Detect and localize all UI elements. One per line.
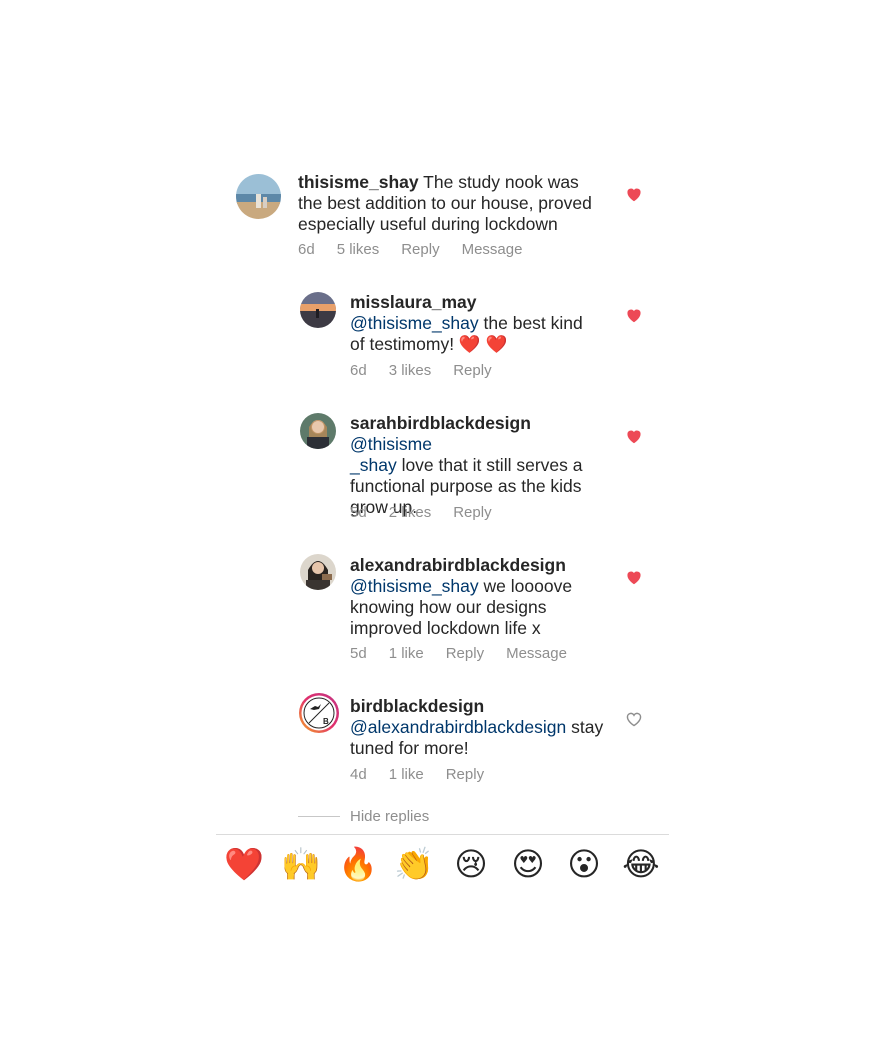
comment-text: birdblackdesign @alexandrabirdblackdesign… <box>350 696 612 759</box>
likes-count[interactable]: 2 likes <box>389 504 432 521</box>
comment-meta: 5d 1 like Reply Message <box>350 645 567 662</box>
likes-count[interactable]: 1 like <box>389 766 424 783</box>
reaction-clapping[interactable]: 👏 <box>394 844 434 884</box>
comment-text: alexandrabirdblackdesign @thisisme_shay w… <box>350 555 612 639</box>
comment-username[interactable]: sarahbirdblackdesign <box>350 413 531 433</box>
comment-meta: 6d 5 likes Reply Message <box>298 241 522 258</box>
comments-panel: thisisme_shay The study nook was the bes… <box>216 0 669 1040</box>
reaction-heart-eyes[interactable]: 😍 <box>508 844 548 884</box>
comment-age: 5d <box>350 504 367 521</box>
heart-icon[interactable] <box>625 569 643 585</box>
reaction-heart[interactable]: ❤️ <box>224 844 264 884</box>
comment-meta: 5d 2 likes Reply <box>350 504 492 521</box>
reaction-crying[interactable]: 😢 <box>451 844 491 884</box>
heart-icon[interactable] <box>625 428 643 444</box>
hide-replies-button[interactable]: Hide replies <box>350 808 429 825</box>
svg-text:B: B <box>323 717 329 726</box>
reaction-raising-hands[interactable]: 🙌 <box>281 844 321 884</box>
hide-replies-line <box>298 816 340 817</box>
reaction-surprised[interactable]: 😮 <box>564 844 604 884</box>
likes-count[interactable]: 1 like <box>389 645 424 662</box>
comment-text: thisisme_shay The study nook was the bes… <box>298 172 598 235</box>
comment-text: sarahbirdblackdesign @thisisme _shay love… <box>350 413 612 518</box>
heart-outline-icon[interactable] <box>625 711 643 727</box>
comment-username[interactable]: alexandrabirdblackdesign <box>350 555 566 575</box>
comment-username[interactable]: birdblackdesign <box>350 696 484 716</box>
comment-age: 6d <box>350 362 367 379</box>
mention-part-1: @thisisme <box>350 434 432 454</box>
reply-button[interactable]: Reply <box>453 362 491 379</box>
comment-age: 4d <box>350 766 367 783</box>
heart-icon[interactable] <box>625 307 643 323</box>
avatar[interactable] <box>300 554 336 590</box>
comment-meta: 4d 1 like Reply <box>350 766 484 783</box>
divider <box>216 834 669 835</box>
reply-button[interactable]: Reply <box>401 241 439 258</box>
likes-count[interactable]: 3 likes <box>389 362 432 379</box>
mention-link[interactable]: @thisisme_shay <box>350 576 479 596</box>
comment-username[interactable]: thisisme_shay <box>298 172 419 192</box>
mention-link[interactable]: @alexandrabirdblackdesign <box>350 717 566 737</box>
reply-button[interactable]: Reply <box>446 645 484 662</box>
comment-username[interactable]: misslaura_may <box>350 292 476 312</box>
avatar[interactable] <box>300 413 336 449</box>
comment-text: misslaura_may @thisisme_shay the best ki… <box>350 292 600 355</box>
reply-button[interactable]: Reply <box>453 504 491 521</box>
avatar[interactable] <box>236 174 281 219</box>
comment-meta: 6d 3 likes Reply <box>350 362 492 379</box>
mention-link[interactable]: @thisisme_shay <box>350 313 479 333</box>
reaction-tears-of-joy[interactable]: 😂 <box>621 844 661 884</box>
message-button[interactable]: Message <box>506 645 567 662</box>
avatar[interactable]: B <box>298 692 340 734</box>
message-button[interactable]: Message <box>462 241 523 258</box>
comment-age: 5d <box>350 645 367 662</box>
quick-reactions-bar: ❤️ 🙌 🔥 👏 😢 😍 😮 😂 <box>216 844 669 888</box>
reaction-fire[interactable]: 🔥 <box>338 844 378 884</box>
heart-icon[interactable] <box>625 186 643 202</box>
mention-part-2: _shay <box>350 455 397 475</box>
likes-count[interactable]: 5 likes <box>337 241 380 258</box>
reply-button[interactable]: Reply <box>446 766 484 783</box>
avatar[interactable] <box>300 292 336 328</box>
comment-age: 6d <box>298 241 315 258</box>
